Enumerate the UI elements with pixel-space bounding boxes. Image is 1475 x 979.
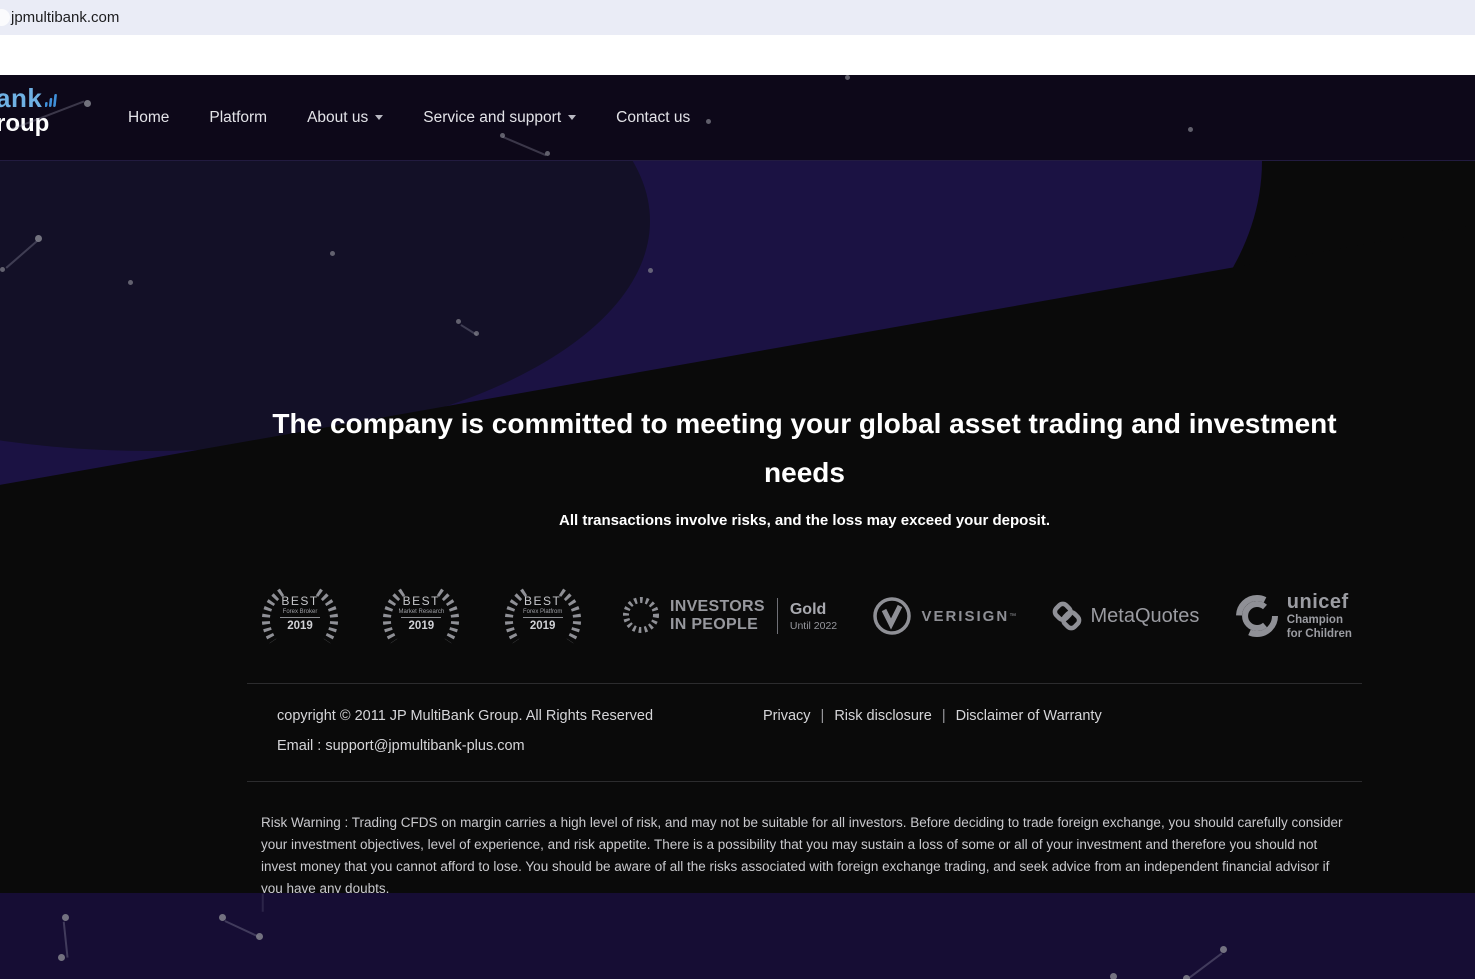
constellation-line — [63, 921, 69, 958]
constellation-dot — [1110, 973, 1117, 979]
verisign-badge: VERISIGN ™ — [872, 596, 1016, 636]
constellation-dot — [58, 954, 65, 961]
unicef-globe-icon — [1235, 595, 1278, 637]
unicef-badge: unicef Champion for Children — [1235, 592, 1352, 641]
bottom-decorative-band — [0, 893, 1475, 979]
chain-links-icon — [1053, 601, 1082, 631]
chevron-down-icon — [568, 114, 577, 120]
constellation-line — [224, 920, 260, 938]
copyright-text: copyright © 2011 JP MultiBank Group. All… — [277, 708, 654, 724]
page-title: The company is committed to meeting your… — [272, 408, 1337, 488]
laurel-circle-icon — [622, 597, 659, 633]
investors-in-people-badge: INVESTORS IN PEOPLE Gold Until 2022 — [621, 594, 837, 638]
nav-menu: Home Platform About us Service and suppo… — [128, 75, 690, 160]
risk-disclosure-link[interactable]: Risk disclosure — [834, 708, 932, 724]
constellation-dot — [845, 75, 850, 80]
constellation-dot — [256, 933, 263, 940]
vertical-divider — [776, 598, 778, 634]
privacy-link[interactable]: Privacy — [763, 708, 811, 724]
constellation-dot — [1183, 975, 1190, 979]
nav-item-home[interactable]: Home — [128, 109, 169, 127]
constellation-dot — [84, 100, 91, 107]
award-badge-forex-platform: BEST Forex Platfrom 2019 — [500, 588, 586, 644]
hero-section: The company is committed to meeting your… — [0, 160, 1475, 893]
metaquotes-badge: MetaQuotes — [1051, 600, 1199, 632]
verisign-check-icon — [873, 597, 912, 635]
risk-warning-text: Risk Warning : Trading CFDS on margin ca… — [261, 815, 1343, 893]
url-text: jpmultibank.com — [11, 9, 120, 26]
constellation-dot — [706, 119, 711, 124]
browser-address-bar[interactable]: jpmultibank.com — [0, 0, 1475, 35]
award-badge-forex-broker: BEST Forex Broker 2019 — [257, 588, 343, 644]
main-nav: ank roup Home Platform About us Service … — [0, 75, 1475, 160]
nav-item-platform[interactable]: Platform — [209, 109, 267, 127]
nav-item-about-us[interactable]: About us — [307, 109, 384, 127]
footer-links: Privacy | Risk disclosure | Disclaimer o… — [763, 708, 1102, 724]
favicon-icon — [0, 9, 10, 26]
signal-bars-icon — [45, 85, 59, 111]
logo-text-line1: ank — [0, 83, 43, 113]
badge-row: BEST Forex Broker 2019 BEST Market Resea… — [247, 585, 1362, 647]
constellation-dot — [545, 151, 550, 156]
top-white-band — [0, 35, 1475, 75]
footer: copyright © 2011 JP MultiBank Group. All… — [247, 684, 1362, 754]
nav-item-service-and-support[interactable]: Service and support — [423, 109, 577, 127]
constellation-line — [262, 893, 264, 912]
constellation-line — [1188, 952, 1223, 979]
nav-item-contact-us[interactable]: Contact us — [616, 109, 690, 127]
site-logo[interactable]: ank roup — [0, 85, 59, 136]
constellation-dot — [128, 280, 133, 285]
support-email: Email : support@jpmultibank-plus.com — [277, 738, 525, 754]
logo-text-line2: roup — [0, 110, 50, 137]
constellation-dot — [1188, 127, 1193, 132]
constellation-dot — [0, 267, 5, 272]
award-badge-market-research: BEST Market Research 2019 — [378, 588, 464, 644]
risk-subtitle: All transactions involve risks, and the … — [558, 512, 1050, 529]
disclaimer-link[interactable]: Disclaimer of Warranty — [956, 708, 1102, 724]
constellation-dot — [62, 914, 69, 921]
chevron-down-icon — [375, 114, 384, 120]
